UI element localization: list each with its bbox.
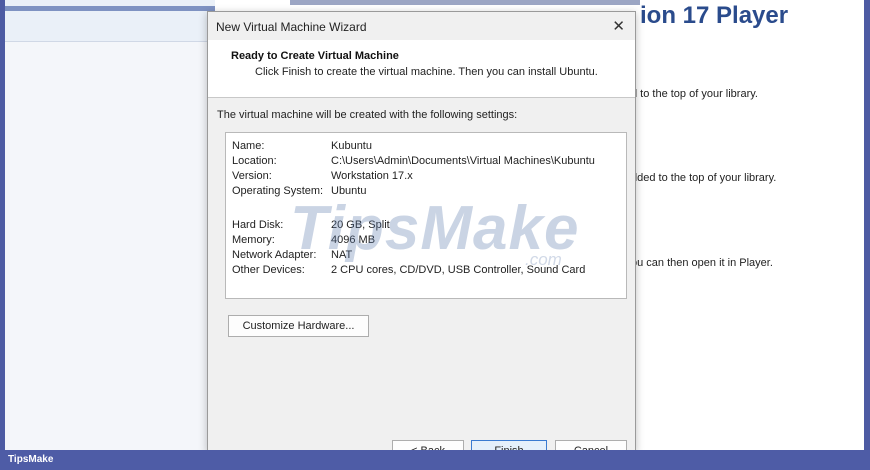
setting-label: Hard Disk: [232, 219, 284, 231]
wizard-header: Ready to Create Virtual Machine Click Fi… [208, 40, 635, 98]
setting-row: Version: Workstation 17.x [232, 170, 626, 184]
setting-row: Name: Kubuntu [232, 140, 626, 154]
setting-label: Memory: [232, 234, 275, 246]
toolbar-strip [5, 6, 215, 11]
footer-brand: TipsMake [8, 454, 54, 465]
header-subtitle: Click Finish to create the virtual machi… [255, 66, 598, 78]
customize-hardware-button[interactable]: Customize Hardware... [228, 315, 369, 337]
setting-label: Other Devices: [232, 264, 305, 276]
setting-label: Version: [232, 170, 272, 182]
library-panel [5, 42, 215, 450]
setting-label: Location: [232, 155, 277, 167]
setting-value: C:\Users\Admin\Documents\Virtual Machine… [331, 155, 595, 167]
footer-bar: TipsMake [0, 450, 870, 470]
background-text-line: dded to the top of your library. [631, 172, 777, 184]
background-text-line: d to the top of your library. [631, 88, 758, 100]
dialog-title: New Virtual Machine Wizard [216, 20, 367, 34]
background-title-edge [290, 0, 640, 5]
setting-row: Other Devices: 2 CPU cores, CD/DVD, USB C… [232, 264, 626, 278]
header-title: Ready to Create Virtual Machine [231, 50, 399, 62]
window-frame-right [864, 0, 870, 470]
setting-value: Kubuntu [331, 140, 372, 152]
dialog-titlebar[interactable]: New Virtual Machine Wizard ✕ [208, 12, 635, 40]
setting-value: Workstation 17.x [331, 170, 413, 182]
setting-row: Location: C:\Users\Admin\Documents\Virtua… [232, 155, 626, 169]
background-heading: ion 17 Player [640, 2, 789, 29]
watermark-suffix: .com [525, 250, 562, 269]
settings-intro: The virtual machine will be created with… [217, 109, 518, 121]
player-toolbar [5, 0, 215, 42]
setting-label: Name: [232, 140, 265, 152]
background-text-line: ou can then open it in Player. [631, 257, 773, 269]
close-icon[interactable]: ✕ [612, 17, 625, 35]
